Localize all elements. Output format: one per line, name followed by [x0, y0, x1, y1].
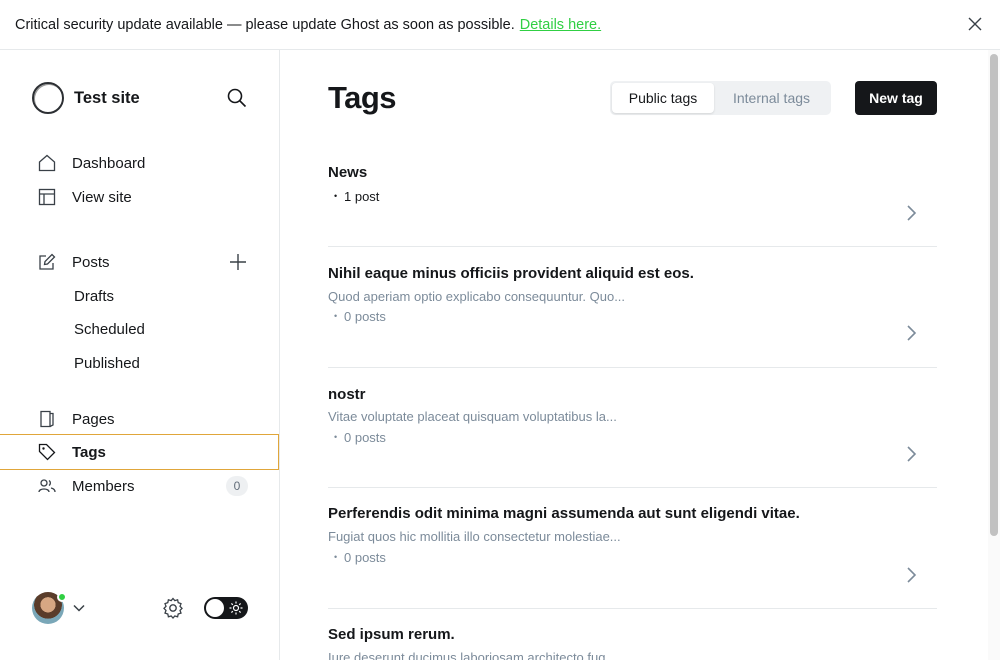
page-title: Tags [328, 80, 397, 115]
tag-icon [38, 443, 56, 461]
sidebar-item-label: Pages [72, 410, 115, 428]
sidebar-item-view-site[interactable]: View site [0, 180, 279, 214]
tag-name: Sed ipsum rerum. [328, 626, 455, 643]
tag-post-count: 0 posts [334, 430, 386, 445]
sidebar-item-pages[interactable]: Pages [0, 402, 279, 436]
sidebar-item-scheduled[interactable]: Scheduled [0, 312, 279, 346]
theme-toggle[interactable] [204, 597, 248, 619]
sidebar-item-published[interactable]: Published [0, 346, 279, 380]
site-logo [32, 82, 64, 114]
new-post-plus-icon[interactable] [228, 252, 248, 272]
banner-details-link[interactable]: Details here. [520, 17, 601, 33]
tag-post-count: 0 posts [334, 309, 386, 324]
sidebar-item-label: Posts [72, 253, 110, 271]
tag-description: Fugiat quos hic mollitia illo consectetu… [328, 529, 621, 544]
chevron-right-icon [907, 567, 917, 583]
members-icon [38, 479, 56, 493]
layout-icon [38, 188, 56, 206]
tag-name: News [328, 164, 368, 181]
scrollbar-thumb[interactable] [990, 54, 998, 536]
tag-name: Nihil eaque minus officiis provident ali… [328, 265, 694, 282]
sidebar-item-label: Scheduled [74, 320, 145, 338]
tag-row[interactable]: Perferendis odit minima magni assumenda … [328, 488, 937, 609]
tag-description: Quod aperiam optio explicabo consequuntu… [328, 289, 626, 304]
site-title: Test site [74, 88, 140, 107]
main-content: Tags Public tags Internal tags New tag N… [280, 50, 988, 660]
sidebar-item-label: Published [74, 354, 140, 372]
sidebar-item-label: Drafts [74, 287, 115, 305]
sidebar-item-label: Members [72, 477, 135, 495]
sidebar: Test site Dashboard View site Posts Draf… [0, 50, 280, 660]
tab-public-tags[interactable]: Public tags [612, 83, 714, 113]
online-status-dot [57, 592, 67, 602]
chevron-right-icon [907, 205, 917, 221]
sun-icon [229, 601, 243, 615]
tab-internal-tags[interactable]: Internal tags [714, 83, 829, 113]
scrollbar[interactable] [988, 50, 1000, 660]
new-tag-button[interactable]: New tag [855, 81, 937, 115]
chevron-right-icon [907, 446, 917, 462]
sidebar-item-drafts[interactable]: Drafts [0, 279, 279, 313]
close-icon[interactable] [967, 16, 983, 32]
chevron-down-icon[interactable] [72, 601, 86, 615]
site-header[interactable]: Test site [32, 82, 140, 114]
gear-icon[interactable] [161, 596, 185, 620]
toggle-knob [206, 599, 224, 617]
tag-name: Perferendis odit minima magni assumenda … [328, 505, 800, 522]
sidebar-item-tags[interactable]: Tags [0, 434, 279, 470]
page-icon [40, 410, 54, 428]
tag-name: nostr [328, 386, 366, 403]
sidebar-item-label: Dashboard [72, 154, 146, 172]
tag-row[interactable]: nostr Vitae voluptate placeat quisquam v… [328, 368, 937, 488]
tag-type-switch: Public tags Internal tags [610, 81, 831, 115]
sidebar-item-dashboard[interactable]: Dashboard [0, 146, 279, 180]
banner-message: Critical security update available — ple… [15, 16, 515, 33]
sidebar-item-label: Tags [72, 443, 106, 461]
tag-post-count: 1 post [334, 189, 380, 204]
home-icon [38, 154, 56, 172]
tag-description: Iure deserunt ducimus laboriosam archite… [328, 650, 617, 660]
tag-row[interactable]: Sed ipsum rerum. Iure deserunt ducimus l… [328, 609, 937, 660]
chevron-right-icon [907, 325, 917, 341]
members-count-badge: 0 [226, 476, 248, 496]
security-update-banner: Critical security update available — ple… [0, 0, 1000, 50]
search-icon[interactable] [226, 87, 248, 109]
tag-post-count: 0 posts [334, 550, 386, 565]
sidebar-item-label: View site [72, 188, 132, 206]
tag-row[interactable]: Nihil eaque minus officiis provident ali… [328, 247, 937, 368]
edit-icon [39, 253, 56, 270]
tag-row[interactable]: News 1 post [328, 150, 937, 247]
tag-description: Vitae voluptate placeat quisquam volupta… [328, 409, 617, 424]
